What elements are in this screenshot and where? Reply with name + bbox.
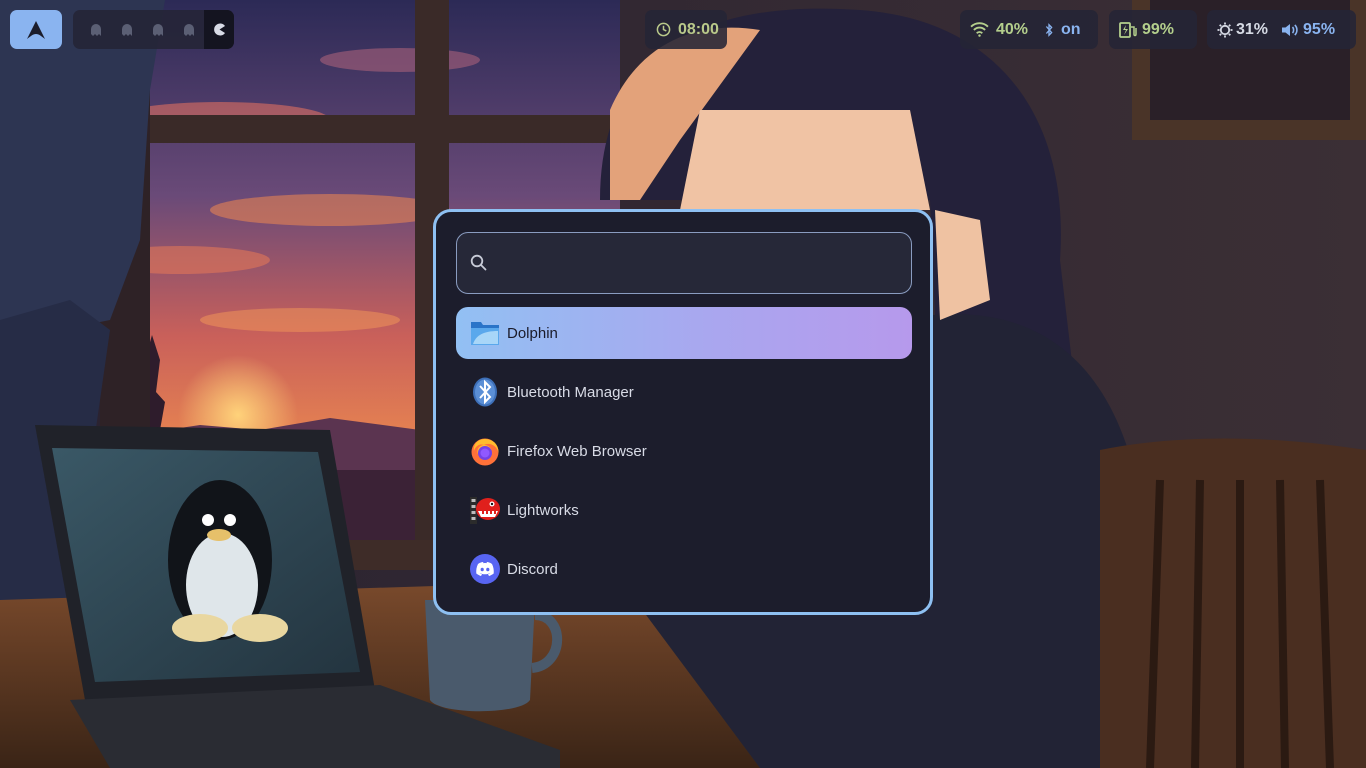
brightness-level: 31% [1236, 20, 1269, 38]
workspace-1[interactable] [81, 10, 112, 49]
bluetooth-status: on [1061, 20, 1081, 38]
workspace-5-active[interactable] [204, 10, 234, 49]
app-item-lightworks[interactable]: Lightworks [456, 484, 912, 536]
clock-time: 08:00 [678, 20, 719, 38]
app-item-label: Bluetooth Manager [507, 383, 634, 401]
workspace-3[interactable] [143, 10, 174, 49]
battery-widget[interactable]: 99% [1109, 10, 1197, 49]
arch-logo-icon [27, 20, 45, 39]
ghost-icon [183, 24, 194, 36]
battery-level: 99% [1142, 20, 1175, 38]
brightness-control[interactable]: 31% [1217, 21, 1268, 39]
lightworks-icon [470, 495, 500, 525]
network-widget[interactable]: 40% on [960, 10, 1098, 49]
ghost-icon [91, 24, 102, 36]
wifi-icon [970, 22, 989, 37]
workspace-switcher [73, 10, 234, 49]
firefox-icon [470, 436, 500, 466]
battery-charging-icon [1119, 21, 1137, 38]
volume-control[interactable]: 95% [1281, 21, 1335, 39]
clock-icon [656, 22, 671, 37]
discord-icon [470, 554, 500, 584]
system-widget: 31% 95% [1207, 10, 1356, 49]
search-input[interactable] [497, 241, 901, 287]
app-launcher-window: Dolphin Bluetooth Manager Firefox Web Br… [433, 209, 933, 615]
dolphin-folder-icon [470, 318, 500, 348]
search-icon [470, 254, 487, 271]
app-item-label: Discord [507, 560, 558, 578]
pacman-icon [213, 23, 225, 36]
volume-icon [1282, 23, 1298, 36]
ghost-icon [122, 24, 133, 36]
desktop: 08:00 40% on 99% 31% 95% Dolphin Bluetoo… [0, 0, 1366, 768]
app-item-bluetooth-manager[interactable]: Bluetooth Manager [456, 366, 912, 418]
workspace-4[interactable] [173, 10, 204, 49]
bluetooth-manager-icon [470, 377, 500, 407]
app-item-discord[interactable]: Discord [456, 543, 912, 595]
search-box[interactable] [456, 232, 912, 294]
app-item-firefox[interactable]: Firefox Web Browser [456, 425, 912, 477]
clock-widget[interactable]: 08:00 [645, 10, 727, 49]
sun-icon [1217, 22, 1233, 37]
workspace-2[interactable] [112, 10, 143, 49]
app-item-label: Lightworks [507, 501, 579, 519]
app-item-label: Firefox Web Browser [507, 442, 647, 460]
app-item-label: Dolphin [507, 324, 558, 342]
wifi-strength: 40% [996, 20, 1029, 38]
app-item-dolphin[interactable]: Dolphin [456, 307, 912, 359]
ghost-icon [152, 24, 163, 36]
volume-level: 95% [1303, 20, 1336, 38]
bluetooth-icon [1045, 22, 1053, 37]
app-launcher-button[interactable] [10, 10, 62, 49]
